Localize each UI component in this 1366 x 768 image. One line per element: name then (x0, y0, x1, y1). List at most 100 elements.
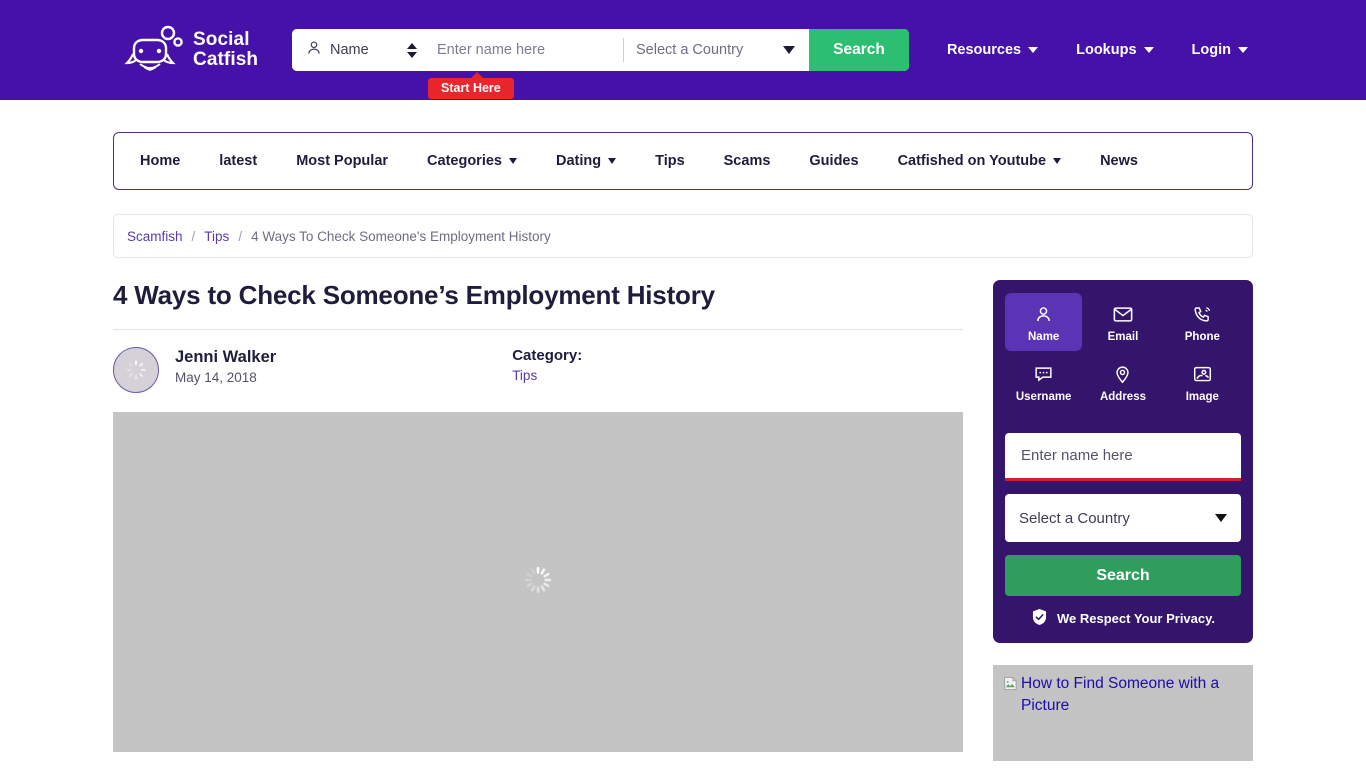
loading-spinner-icon (114, 348, 158, 392)
promo-alt-container: How to Find Someone with a Picture (1003, 673, 1243, 717)
subnav-label: Home (140, 153, 181, 169)
subnav-label: News (1100, 153, 1138, 169)
subnav-item-home[interactable]: Home (140, 153, 180, 169)
chevron-down-icon (783, 46, 795, 54)
subnav-item-latest[interactable]: latest (219, 153, 257, 169)
tab-label: Address (1099, 391, 1146, 403)
subnav-item-dating[interactable]: Dating (556, 153, 617, 169)
article-meta: Jenni Walker May 14, 2018 Category: Tips (113, 347, 963, 393)
header-name-input[interactable] (427, 29, 623, 71)
subnav-item-categories[interactable]: Categories (427, 153, 517, 169)
subnav-item-tips[interactable]: Tips (655, 153, 685, 169)
search-type-select[interactable]: Name (292, 29, 427, 71)
subnav-item-scams[interactable]: Scams (724, 153, 771, 169)
subnav-label: Most Popular (296, 153, 389, 169)
logo-line-2: Catfish (193, 49, 259, 70)
chevron-down-icon (1143, 47, 1154, 53)
content-columns: 4 Ways to Check Someone’s Employment His… (113, 280, 1253, 761)
subnav-item-most-popular[interactable]: Most Popular (296, 153, 388, 169)
subnav-label: latest (219, 153, 258, 169)
breadcrumb: Scamfish / Tips / 4 Ways To Check Someon… (113, 214, 1253, 258)
subnav-item-guides[interactable]: Guides (809, 153, 858, 169)
sidebar-name-input[interactable] (1019, 446, 1227, 465)
broken-image-icon (1003, 676, 1018, 717)
sidebar-column: Name Email Phone Username Address Image … (993, 280, 1253, 761)
header-country-value: Select a Country (636, 42, 744, 58)
nav-label: Resources (946, 42, 1022, 58)
subnav-item-news[interactable]: News (1100, 153, 1138, 169)
logo-wordmark: Social Catfish (193, 30, 258, 70)
photo-person-icon (1164, 363, 1241, 385)
subnav-label: Catfished on Youtube (897, 153, 1047, 169)
tab-label: Name (1028, 331, 1060, 343)
subnav-label: Categories (427, 153, 502, 169)
tab-email[interactable]: Email (1084, 293, 1161, 351)
subnav-label: Guides (809, 153, 859, 169)
tab-username[interactable]: Username (1005, 353, 1082, 411)
privacy-text: We Respect Your Privacy. (1057, 611, 1215, 626)
breadcrumb-separator: / (191, 228, 196, 244)
author-name: Jenni Walker (175, 348, 277, 366)
catfish-logo-icon (124, 24, 186, 76)
header-search-button[interactable]: Search (809, 29, 909, 71)
privacy-note: We Respect Your Privacy. (1005, 608, 1241, 629)
chevron-down-icon (1028, 47, 1039, 53)
publish-date: May 14, 2018 (175, 370, 257, 385)
sidebar-promo-banner[interactable]: How to Find Someone with a Picture (993, 665, 1253, 761)
tab-label: Username (1015, 391, 1072, 403)
search-type-value: Name (330, 42, 369, 58)
person-icon (306, 40, 322, 61)
sidebar-country-value: Select a Country (1019, 509, 1130, 527)
nav-label: Login (1191, 42, 1231, 58)
tab-name[interactable]: Name (1005, 293, 1083, 351)
avatar (113, 347, 159, 393)
sidebar-search-widget: Name Email Phone Username Address Image … (993, 280, 1253, 643)
envelope-icon (1084, 303, 1161, 325)
shield-check-icon (1031, 608, 1048, 629)
up-down-stepper-icon[interactable] (407, 42, 417, 58)
article-hero-image-placeholder (113, 412, 963, 752)
site-logo[interactable]: Social Catfish (124, 24, 258, 76)
chevron-down-icon (508, 158, 517, 164)
phone-ring-icon (1164, 303, 1241, 325)
subnav-label: Tips (655, 153, 685, 169)
chevron-down-icon (1238, 47, 1248, 53)
tab-image[interactable]: Image (1164, 353, 1241, 411)
breadcrumb-item-current: 4 Ways To Check Someone's Employment His… (251, 228, 551, 244)
promo-alt-text: How to Find Someone with a Picture (1021, 675, 1220, 714)
tab-phone[interactable]: Phone (1164, 293, 1241, 351)
tab-address[interactable]: Address (1084, 353, 1161, 411)
breadcrumb-separator: / (238, 228, 243, 244)
breadcrumb-item-tips[interactable]: Tips (204, 229, 229, 244)
secondary-nav: Home latest Most Popular Categories Dati… (113, 132, 1253, 190)
person-icon (1005, 303, 1082, 325)
breadcrumb-item-scamfish[interactable]: Scamfish (127, 229, 183, 244)
category-link[interactable]: Tips (512, 368, 582, 383)
start-here-badge: Start Here (428, 72, 514, 99)
nav-item-lookups[interactable]: Lookups (1076, 42, 1154, 58)
chevron-down-icon (608, 158, 617, 164)
subnav-label: Scams (723, 153, 771, 169)
search-type-tabs: Name Email Phone Username Address Image (1005, 293, 1241, 411)
nav-item-login[interactable]: Login (1192, 42, 1248, 58)
chevron-down-icon (1215, 514, 1227, 522)
sidebar-country-select[interactable]: Select a Country (1005, 494, 1241, 542)
sidebar-name-field[interactable] (1005, 433, 1241, 481)
content-container: Home latest Most Popular Categories Dati… (113, 132, 1253, 761)
header-search-group: Name Select a Country Search (292, 29, 909, 71)
sidebar-search-button[interactable]: Search (1005, 555, 1241, 596)
category-label: Category: (512, 347, 583, 364)
nav-label: Lookups (1076, 42, 1137, 58)
tab-label: Phone (1184, 331, 1220, 343)
page-body: Home latest Most Popular Categories Dati… (0, 132, 1366, 761)
page-title: 4 Ways to Check Someone’s Employment His… (113, 280, 963, 330)
subnav-item-catfished-on-youtube[interactable]: Catfished on Youtube (898, 153, 1062, 169)
header-nav: Resources Lookups Login (947, 42, 1366, 58)
nav-item-resources[interactable]: Resources (946, 42, 1039, 58)
map-pin-icon (1084, 363, 1161, 385)
tab-label: Email (1107, 331, 1139, 343)
category-block: Category: Tips (512, 347, 582, 383)
tab-label: Image (1185, 391, 1219, 403)
header-country-select[interactable]: Select a Country (624, 29, 809, 71)
site-header: Social Catfish Name Select a Country Sea… (0, 0, 1366, 100)
